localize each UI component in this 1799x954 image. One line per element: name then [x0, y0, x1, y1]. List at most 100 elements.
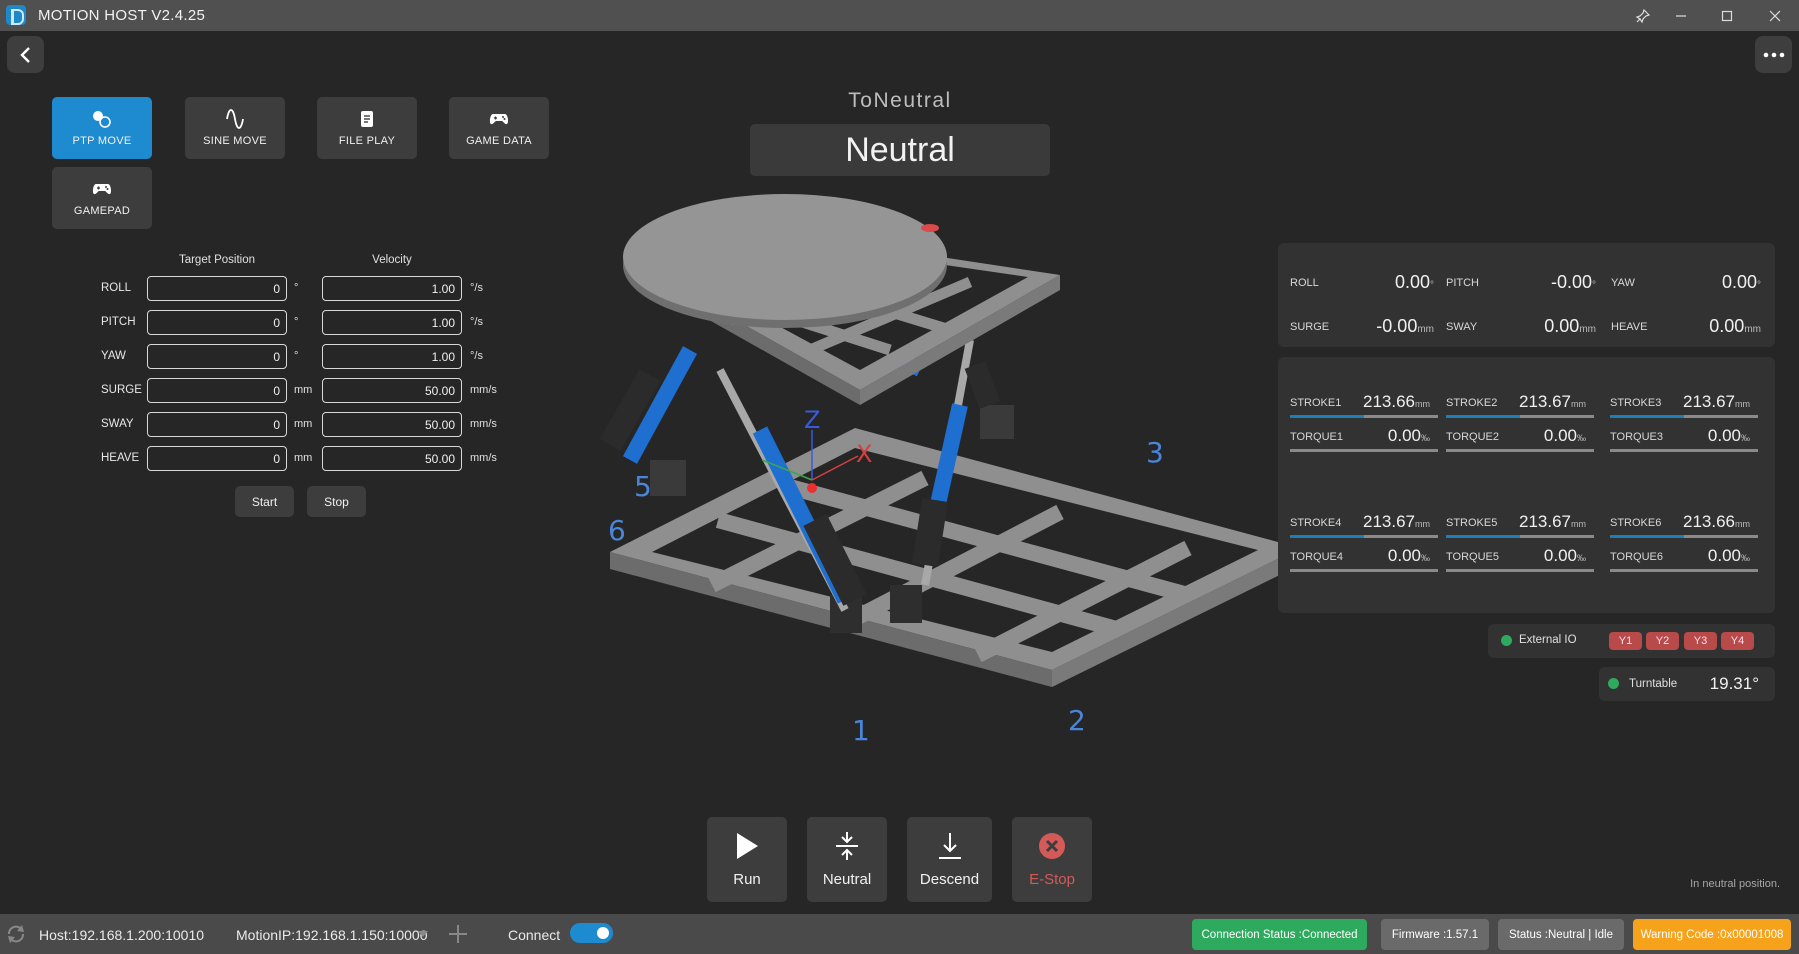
- pose-label-roll: ROLL: [1290, 277, 1319, 289]
- state-subtitle: ToNeutral: [848, 89, 952, 112]
- stroke-label: STROKE5: [1446, 517, 1498, 529]
- pitch-unit: °: [294, 316, 299, 328]
- estop-button[interactable]: E-Stop: [1012, 817, 1092, 902]
- mode-sine-move[interactable]: SINE MOVE: [185, 97, 285, 159]
- status-badge: Status :Neutral | Idle: [1498, 919, 1624, 950]
- platform-3d-view[interactable]: Z X 1 2 3 5 6: [590, 190, 1330, 800]
- yaw-velocity-input[interactable]: [322, 344, 462, 369]
- start-button[interactable]: Start: [235, 486, 294, 517]
- output-y4[interactable]: Y4: [1721, 632, 1754, 650]
- back-button[interactable]: [7, 36, 44, 73]
- output-y3[interactable]: Y3: [1684, 632, 1717, 650]
- external-io-label: External IO: [1519, 634, 1577, 646]
- stroke-bar-fill: [1290, 415, 1364, 418]
- pose-label-sway: SWAY: [1446, 321, 1478, 333]
- run-button[interactable]: Run: [707, 817, 787, 902]
- play-icon: [737, 833, 758, 859]
- mode-label: GAME DATA: [466, 135, 532, 147]
- descend-button[interactable]: Descend: [907, 817, 992, 902]
- torque-bar: [1446, 569, 1594, 572]
- connect-toggle[interactable]: [570, 923, 613, 943]
- torque-value: 0.00‰: [1387, 426, 1430, 445]
- mode-label: FILE PLAY: [338, 135, 396, 147]
- torque-value: 0.00‰: [1707, 426, 1750, 445]
- heave-velocity-input[interactable]: [322, 446, 462, 471]
- minimize-button[interactable]: [1658, 0, 1704, 31]
- target-position-header: Target Position: [178, 254, 256, 266]
- more-options-button[interactable]: [1755, 36, 1792, 73]
- close-button[interactable]: [1752, 0, 1798, 31]
- heave-velocity-unit: mm/s: [470, 452, 497, 464]
- stroke-bar-fill: [1610, 535, 1684, 538]
- refresh-icon[interactable]: [5, 923, 27, 945]
- surge-velocity-input[interactable]: [322, 378, 462, 403]
- heave-target-input[interactable]: [147, 446, 287, 471]
- pitch-target-input[interactable]: [147, 310, 287, 335]
- row-label-surge: SURGE: [101, 384, 142, 396]
- estop-icon: [1039, 833, 1065, 859]
- roll-velocity-input[interactable]: [322, 276, 462, 301]
- maximize-button[interactable]: [1704, 0, 1750, 31]
- stroke-value: 213.66mm: [1683, 512, 1750, 531]
- external-io-panel: External IO Y1 Y2 Y3 Y4: [1488, 624, 1775, 658]
- roll-target-input[interactable]: [147, 276, 287, 301]
- heave-unit: mm: [294, 452, 313, 464]
- mode-gamepad[interactable]: GAMEPAD: [52, 167, 152, 229]
- stroke-label: STROKE6: [1610, 517, 1662, 529]
- stroke-bar-fill: [1610, 415, 1684, 418]
- host-address: Host:192.168.1.200:10010: [39, 927, 205, 943]
- app-logo-icon: [6, 5, 26, 25]
- warning-code-badge: Warning Code :0x00001008: [1633, 919, 1791, 950]
- torque-label: TORQUE4: [1290, 551, 1343, 563]
- mode-label: SINE MOVE: [203, 135, 267, 147]
- actuator-number-3: 3: [1146, 436, 1164, 469]
- status-bar: Host:192.168.1.200:10010 MotionIP:192.16…: [0, 914, 1799, 954]
- torque-label: TORQUE2: [1446, 431, 1499, 443]
- sway-velocity-input[interactable]: [322, 412, 462, 437]
- neutral-label: Neutral: [822, 871, 872, 888]
- torque-bar: [1290, 569, 1438, 572]
- yaw-velocity-unit: °/s: [470, 350, 483, 362]
- torque-value: 0.00‰: [1543, 546, 1586, 565]
- roll-unit: °: [294, 282, 299, 294]
- stroke-label: STROKE2: [1446, 397, 1498, 409]
- stroke-bar: [1290, 415, 1438, 418]
- torque-value: 0.00‰: [1387, 546, 1430, 565]
- mode-file-play[interactable]: FILE PLAY: [317, 97, 417, 159]
- mode-label: PTP MOVE: [72, 135, 132, 147]
- app-window: MOTION HOST V2.4.25 PTP MOVE SINE MOVE F…: [0, 0, 1799, 954]
- dropdown-icon[interactable]: [417, 930, 429, 938]
- connection-status-badge: Connection Status :Connected: [1192, 919, 1367, 950]
- add-icon[interactable]: [447, 923, 469, 945]
- pose-panel: ROLL 0.00° PITCH -0.00° YAW 0.00° SURGE …: [1278, 243, 1775, 347]
- mode-ptp-move[interactable]: PTP MOVE: [52, 97, 152, 159]
- torque-bar: [1446, 449, 1594, 452]
- row-label-heave: HEAVE: [101, 452, 140, 464]
- pitch-velocity-input[interactable]: [322, 310, 462, 335]
- output-y2[interactable]: Y2: [1646, 632, 1679, 650]
- mode-game-data[interactable]: GAME DATA: [449, 97, 549, 159]
- connect-label: Connect: [508, 927, 561, 943]
- base-frame: [610, 428, 1300, 687]
- torque-label: TORQUE5: [1446, 551, 1499, 563]
- sway-unit: mm: [294, 418, 313, 430]
- sway-velocity-unit: mm/s: [470, 418, 497, 430]
- descend-label: Descend: [919, 871, 980, 888]
- stop-button[interactable]: Stop: [307, 486, 366, 517]
- surge-target-input[interactable]: [147, 378, 287, 403]
- gamepad-icon: [489, 114, 509, 125]
- torque-bar: [1610, 449, 1758, 452]
- neutral-button[interactable]: Neutral: [807, 817, 887, 902]
- stroke-label: STROKE3: [1610, 397, 1662, 409]
- gamepad-icon: [92, 184, 112, 195]
- yaw-target-input[interactable]: [147, 344, 287, 369]
- descend-icon: [938, 833, 961, 859]
- turntable-value: 19.31°: [1709, 674, 1759, 693]
- output-y1[interactable]: Y1: [1609, 632, 1642, 650]
- title-bar: MOTION HOST V2.4.25: [0, 0, 1799, 31]
- round-table: [623, 194, 947, 328]
- sway-target-input[interactable]: [147, 412, 287, 437]
- turntable-label: Turntable: [1629, 678, 1678, 690]
- stroke-label: STROKE4: [1290, 517, 1342, 529]
- firmware-badge: Firmware :1.57.1: [1381, 919, 1489, 950]
